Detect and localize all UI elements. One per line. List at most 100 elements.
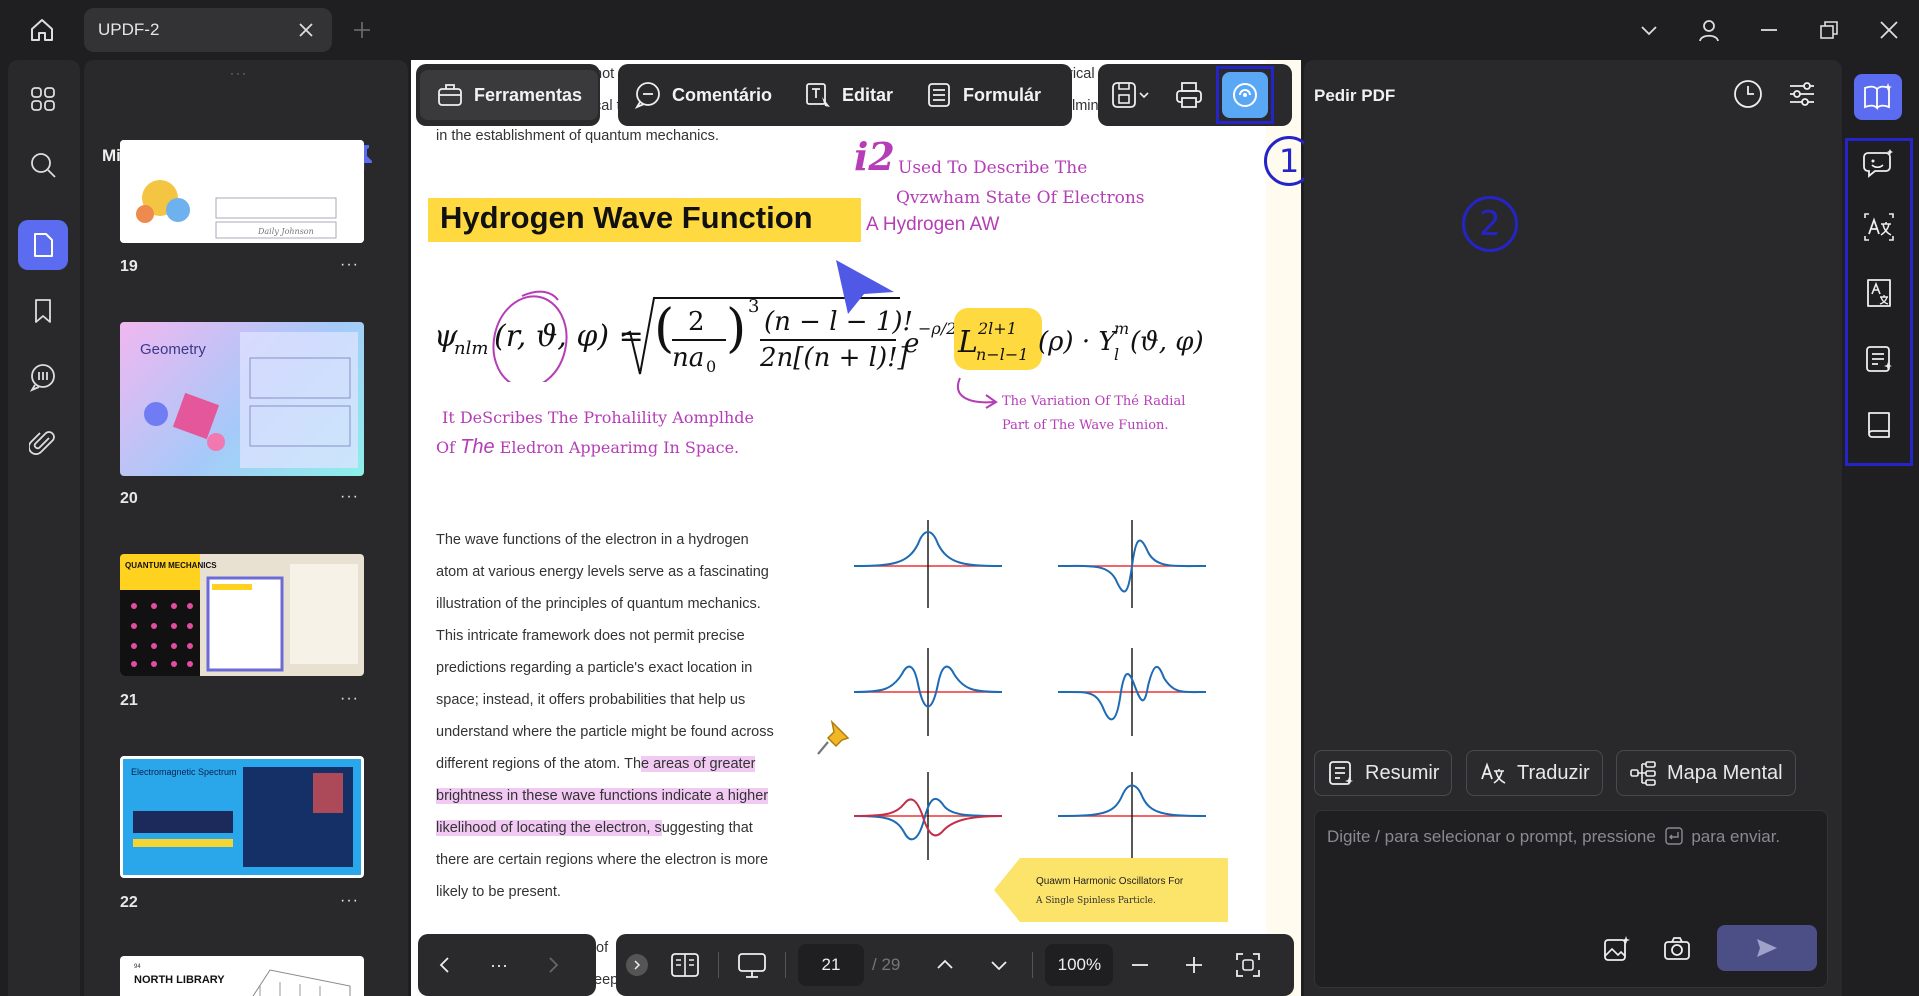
translate-document-button[interactable] — [1858, 272, 1900, 314]
page-layout-button[interactable] — [658, 940, 712, 990]
save-button[interactable] — [1098, 70, 1162, 120]
rail-search-button[interactable] — [18, 140, 68, 190]
fit-page-button[interactable] — [1221, 940, 1275, 990]
doc-top-line: in the establishment of quantum mechanic… — [436, 128, 719, 144]
thumbnail-page-19[interactable]: Daily Johnson — [120, 140, 364, 243]
doc-peek-text: lmin — [1072, 98, 1099, 114]
document-tab[interactable]: UPDF-2 — [84, 8, 332, 52]
annotation-i2[interactable]: i2 — [854, 134, 895, 179]
thumbnail-page-21[interactable]: QUANTUM MECHANICS — [120, 554, 364, 676]
collapse-bar-button[interactable] — [626, 954, 648, 976]
thumbnail-number: 19 — [120, 258, 138, 275]
text-highlight[interactable]: likelihood of locating the electron, s — [436, 820, 662, 836]
history-button[interactable] — [1728, 74, 1768, 114]
thumbnail-more-button[interactable]: ··· — [340, 690, 359, 708]
rail-attachments-button[interactable] — [18, 418, 68, 468]
chevron-down-icon — [991, 961, 1007, 971]
edit-button[interactable]: Editar — [788, 70, 909, 120]
ask-pdf-button[interactable] — [1854, 74, 1902, 120]
comment-list-icon — [29, 364, 55, 392]
settings-button[interactable] — [1782, 74, 1822, 114]
document-translate-icon — [1867, 279, 1891, 307]
print-button[interactable] — [1162, 70, 1216, 120]
svg-text:(ϑ, φ): (ϑ, φ) — [1130, 327, 1204, 357]
thumbnail-more-button[interactable]: ··· — [340, 488, 359, 506]
zoom-in-button[interactable] — [1167, 940, 1221, 990]
thumbnail-page-22[interactable]: Electromagnetic Spectrum — [120, 756, 364, 878]
thumbnail-more-button[interactable]: ··· — [340, 256, 359, 274]
summarize-pdf-button[interactable] — [1858, 338, 1900, 380]
mind-map-chip[interactable]: Mapa Mental — [1616, 750, 1796, 796]
rail-organize-button[interactable] — [18, 74, 68, 124]
summarize-chip[interactable]: Resumir — [1314, 750, 1453, 796]
next-page-button[interactable] — [526, 940, 580, 990]
annotation-text[interactable]: The Variation Of Thé Radial — [1002, 394, 1185, 409]
more-options-button[interactable]: ··· — [472, 940, 526, 990]
translate-pdf-button[interactable] — [1858, 206, 1900, 248]
image-upload-button[interactable] — [1597, 929, 1637, 969]
book-sparkle-icon — [1864, 83, 1892, 111]
para-line: likelihood of locating the electron, sug… — [436, 820, 753, 836]
view-controls-bar: 21 / 29 100% — [616, 934, 1294, 996]
doc-peek-text: of — [596, 940, 609, 956]
thumbnail-preview: Geometry — [140, 332, 358, 468]
thumbnail-number: 22 — [120, 894, 138, 911]
window-controls — [1619, 0, 1919, 60]
rail-thumbnails-button[interactable] — [18, 220, 68, 270]
wave-function-plots — [853, 520, 1207, 860]
thumbnail-label: QUANTUM MECHANICS — [125, 561, 217, 570]
restore-button[interactable] — [1799, 0, 1859, 60]
prev-page-button[interactable] — [418, 940, 472, 990]
translate-chip[interactable]: Traduzir — [1466, 750, 1603, 796]
rail-bookmarks-button[interactable] — [18, 286, 68, 336]
annotation-text[interactable]: It DeScribes The Prohalility Aomplhde — [442, 408, 754, 427]
annotation-text[interactable]: Of The Eledron Appearimg In Space. — [436, 436, 739, 459]
comment-button[interactable]: Comentário — [618, 70, 788, 120]
ai-chat-button[interactable] — [1858, 142, 1900, 184]
sticky-note[interactable]: Quawm Harmonic Oscillators For A Single … — [992, 856, 1230, 926]
save-icon — [1112, 82, 1149, 108]
annotation-text[interactable]: A Hydrogen AW — [866, 214, 999, 236]
page-edge — [1266, 60, 1301, 996]
home-button[interactable] — [22, 12, 62, 48]
translate-label: Traduzir — [1517, 761, 1590, 784]
text-highlight[interactable]: brightness in these wave functions indic… — [436, 788, 769, 804]
edit-label: Editar — [842, 84, 894, 105]
form-button[interactable]: Formulár — [909, 70, 1057, 120]
expand-menu-button[interactable] — [1619, 0, 1679, 60]
close-window-button[interactable] — [1859, 0, 1919, 60]
pushpin-sticker-icon[interactable] — [814, 716, 856, 760]
new-tab-button[interactable] — [348, 16, 376, 44]
page-number-input[interactable]: 21 — [798, 944, 864, 986]
tools-button[interactable]: Ferramentas — [420, 70, 599, 120]
printer-icon — [1176, 82, 1202, 108]
text-highlight[interactable]: e areas of greater — [641, 756, 756, 772]
prompt-input[interactable]: Digite / para selecionar o prompt, press… — [1314, 810, 1828, 988]
rail-comments-button[interactable] — [18, 352, 68, 402]
search-icon — [31, 153, 56, 178]
thumbnail-page-23[interactable]: 94 NORTH LIBRARY — [120, 956, 364, 996]
panel-resize-grip[interactable]: ··· — [230, 66, 248, 80]
send-button[interactable] — [1717, 925, 1817, 971]
page-up-button[interactable] — [918, 940, 972, 990]
thumbnail-page-20[interactable]: Geometry — [120, 322, 364, 476]
account-button[interactable] — [1679, 0, 1739, 60]
annotation-text[interactable]: Qvzwham State Of Electrons — [896, 188, 1145, 208]
tab-close-button[interactable] — [294, 18, 318, 42]
zoom-out-button[interactable] — [1113, 940, 1167, 990]
image-sparkle-icon — [1604, 936, 1630, 961]
minimize-button[interactable] — [1739, 0, 1799, 60]
restore-icon — [1820, 21, 1838, 39]
form-label: Formulár — [963, 84, 1042, 105]
annotation-text[interactable]: Used To Describe The — [898, 158, 1087, 178]
ai-assistant-panel: Pedir PDF 2 Resumir Traduzir Mapa Mental… — [1304, 60, 1842, 996]
doc-peek-text: eep — [594, 972, 619, 988]
presentation-button[interactable] — [725, 940, 779, 990]
read-mode-button[interactable] — [1858, 404, 1900, 446]
page-down-button[interactable] — [972, 940, 1026, 990]
zoom-level-input[interactable]: 100% — [1045, 944, 1114, 986]
screenshot-button[interactable] — [1657, 929, 1697, 969]
annotation-text[interactable]: Part of The Wave Funion. — [1002, 418, 1169, 433]
ai-assistant-button[interactable] — [1216, 66, 1274, 124]
thumbnail-more-button[interactable]: ··· — [340, 892, 359, 910]
